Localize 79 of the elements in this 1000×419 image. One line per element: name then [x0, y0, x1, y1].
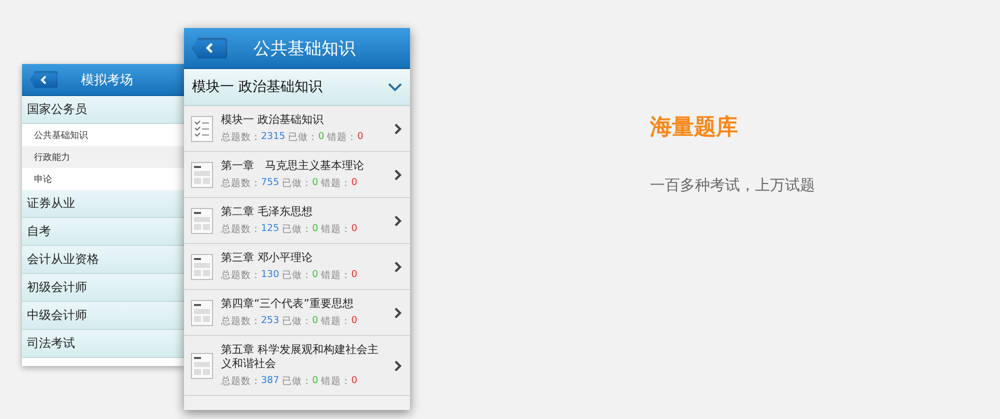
- chevron-right-icon: [394, 168, 402, 180]
- stat-label: 错题：: [321, 269, 352, 282]
- stat-label: 已做：: [282, 315, 312, 328]
- stat-label: 总题数：: [221, 223, 261, 236]
- module-selector[interactable]: 模块一 政治基础知识: [184, 69, 410, 106]
- back-button[interactable]: [30, 71, 58, 88]
- stat-label: 错题：: [321, 375, 352, 388]
- chapter-row[interactable]: 第五章 科学发展观和构建社会主义和谐社会 总题数：387 已做：0 错题：0: [184, 336, 410, 396]
- chevron-right-icon: [394, 260, 402, 272]
- wrong-count: 0: [357, 131, 364, 144]
- stat-label: 总题数：: [221, 375, 261, 388]
- document-icon: [191, 352, 213, 378]
- done-count: 0: [312, 269, 318, 282]
- chapter-row[interactable]: 模块一 政治基础知识 总题数：2315 已做：0 错题：0: [184, 106, 410, 152]
- chevron-right-icon: [394, 122, 402, 134]
- document-icon: [191, 162, 213, 188]
- document-icon: [191, 254, 213, 280]
- subcategory-item[interactable]: 公共基础知识: [22, 124, 184, 146]
- wrong-count: 0: [351, 223, 358, 236]
- chapter-row[interactable]: 第三章 邓小平理论 总题数：130 已做：0 错题：0: [184, 244, 410, 290]
- stat-label: 错题：: [321, 177, 352, 190]
- chevron-right-icon: [394, 360, 402, 372]
- wrong-count: 0: [351, 177, 358, 190]
- category-item[interactable]: 证券从业: [22, 190, 184, 218]
- total-count: 253: [261, 315, 280, 328]
- stat-label: 已做：: [282, 177, 312, 190]
- chapter-title: 第五章 科学发展观和构建社会主义和谐社会: [221, 343, 380, 371]
- feature-description: 一百多种考试，上万试题: [650, 176, 815, 195]
- category-item[interactable]: 自考: [22, 218, 184, 246]
- stat-label: 错题：: [327, 131, 358, 144]
- done-count: 0: [318, 131, 324, 144]
- document-icon: [191, 300, 213, 326]
- chapter-title: 第一章 马克思主义基本理论: [221, 159, 365, 173]
- stat-label: 已做：: [282, 223, 312, 236]
- checklist-icon: [191, 116, 213, 142]
- done-count: 0: [312, 315, 318, 328]
- stat-label: 已做：: [288, 131, 318, 144]
- stat-label: 总题数：: [221, 131, 261, 144]
- chevron-right-icon: [394, 306, 402, 318]
- stat-label: 已做：: [282, 375, 312, 388]
- done-count: 0: [312, 177, 318, 190]
- total-count: 755: [261, 177, 280, 190]
- stat-label: 总题数：: [221, 177, 261, 190]
- done-count: 0: [312, 223, 318, 236]
- stat-label: 已做：: [282, 269, 312, 282]
- chapter-row[interactable]: 第一章 马克思主义基本理论 总题数：755 已做：0 错题：0: [184, 152, 410, 198]
- chapter-title: 第三章 邓小平理论: [221, 251, 314, 265]
- chapter-title: 第四章“三个代表”重要思想: [221, 297, 354, 311]
- total-count: 130: [261, 269, 280, 282]
- chapter-title: 第二章 毛泽东思想: [221, 205, 314, 219]
- stat-label: 总题数：: [221, 315, 261, 328]
- back-button[interactable]: [192, 38, 227, 58]
- stat-label: 错题：: [321, 315, 352, 328]
- category-item[interactable]: 司法考试: [22, 330, 184, 358]
- feature-heading: 海量题库: [650, 114, 739, 142]
- subcategory-item[interactable]: 申论: [22, 168, 184, 190]
- category-item[interactable]: 会计从业资格: [22, 246, 184, 274]
- module-label: 模块一 政治基础知识: [192, 78, 322, 96]
- stat-label: 总题数：: [221, 269, 261, 282]
- wrong-count: 0: [351, 315, 358, 328]
- chevron-down-icon: [388, 82, 402, 92]
- wrong-count: 0: [351, 375, 358, 388]
- category-item[interactable]: 国家公务员: [22, 96, 184, 124]
- category-item[interactable]: 初级会计师: [22, 274, 184, 302]
- total-count: 125: [261, 223, 280, 236]
- screen-title: 模拟考场: [80, 72, 134, 88]
- total-count: 387: [261, 375, 280, 388]
- subcategory-item[interactable]: 行政能力: [22, 146, 184, 168]
- total-count: 2315: [261, 131, 286, 144]
- document-icon: [191, 208, 213, 234]
- screen-title: 公共基础知识: [252, 38, 356, 60]
- category-item[interactable]: 中级会计师: [22, 302, 184, 330]
- done-count: 0: [312, 375, 318, 388]
- chapter-row[interactable]: 第二章 毛泽东思想 总题数：125 已做：0 错题：0: [184, 198, 410, 244]
- chapter-row[interactable]: 第四章“三个代表”重要思想 总题数：253 已做：0 错题：0: [184, 290, 410, 336]
- chapter-title: 模块一 政治基础知识: [221, 113, 324, 127]
- wrong-count: 0: [351, 269, 358, 282]
- stat-label: 错题：: [321, 223, 352, 236]
- chevron-right-icon: [394, 214, 402, 226]
